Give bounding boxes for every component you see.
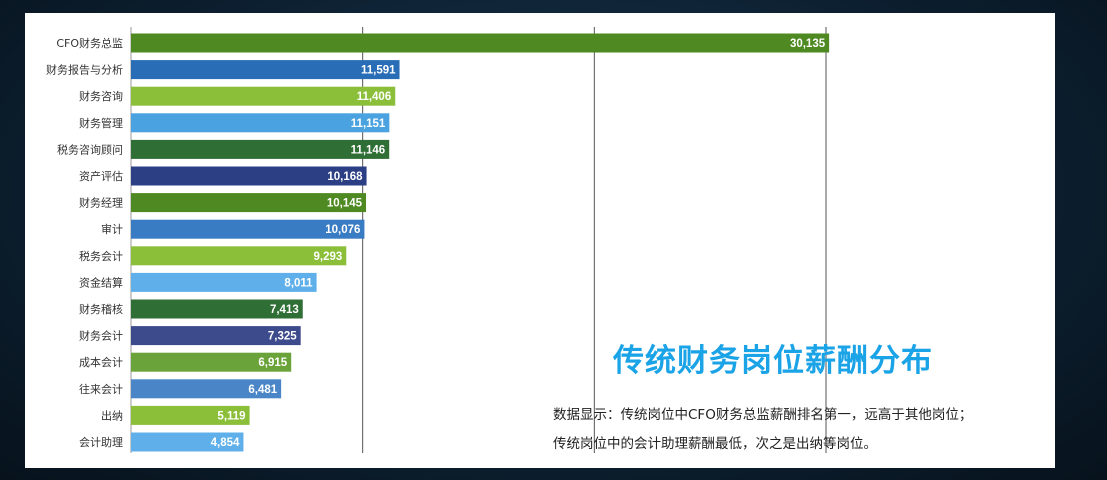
value-label: 7,325: [268, 331, 297, 343]
value-label: 6,481: [248, 384, 277, 396]
category-label: 税务会计: [79, 249, 123, 263]
value-label: 8,011: [284, 277, 313, 289]
category-label: 会计助理: [79, 435, 123, 449]
category-label: CFO财务总监: [56, 36, 123, 50]
bar: [131, 86, 396, 106]
value-label: 30,135: [790, 38, 826, 50]
value-label: 4,854: [211, 437, 240, 449]
category-label: 财务稽核: [79, 302, 123, 316]
category-label: 资金结算: [79, 275, 123, 289]
category-label: 财务经理: [79, 196, 123, 210]
category-label: 财务会计: [79, 329, 123, 343]
value-label: 10,145: [327, 198, 363, 210]
value-label: 10,076: [325, 224, 360, 236]
value-label: 9,293: [314, 251, 343, 263]
value-label: 11,591: [361, 65, 396, 77]
value-label: 11,151: [351, 118, 386, 130]
category-label: 出纳: [101, 408, 123, 422]
data-note-line-2: 传统岗位中的会计助理薪酬最低，次之是出纳等岗位。: [553, 436, 877, 452]
category-label: 往来会计: [79, 382, 123, 396]
category-label: 资产评估: [79, 169, 123, 183]
value-label: 11,406: [357, 91, 392, 103]
value-label: 5,119: [217, 410, 245, 422]
bar: [131, 33, 830, 53]
data-note-line-1: 数据显示：传统岗位中CFO财务总监薪酬排名第一，远高于其他岗位；: [553, 407, 973, 423]
value-label: 11,146: [351, 144, 386, 156]
category-label: 财务报告与分析: [46, 63, 123, 77]
bar-chart: CFO财务总监 30,135 财务报告与分析 11,591 财务咨询 11,406 财务管理…: [46, 27, 830, 453]
category-label: 财务咨询: [79, 89, 123, 103]
value-label: 7,413: [270, 304, 299, 316]
category-label: 成本会计: [79, 355, 123, 369]
chart-panel: CFO财务总监 30,135 财务报告与分析 11,591 财务咨询 11,406 财务管理…: [25, 13, 1055, 468]
chart-title: 传统财务岗位薪酬分布: [613, 343, 933, 379]
category-label: 财务管理: [79, 116, 123, 130]
category-label: 审计: [101, 222, 123, 236]
bar: [131, 60, 400, 80]
value-label: 10,168: [327, 171, 363, 183]
category-label: 税务咨询顾问: [57, 142, 123, 156]
value-label: 6,915: [258, 357, 287, 369]
